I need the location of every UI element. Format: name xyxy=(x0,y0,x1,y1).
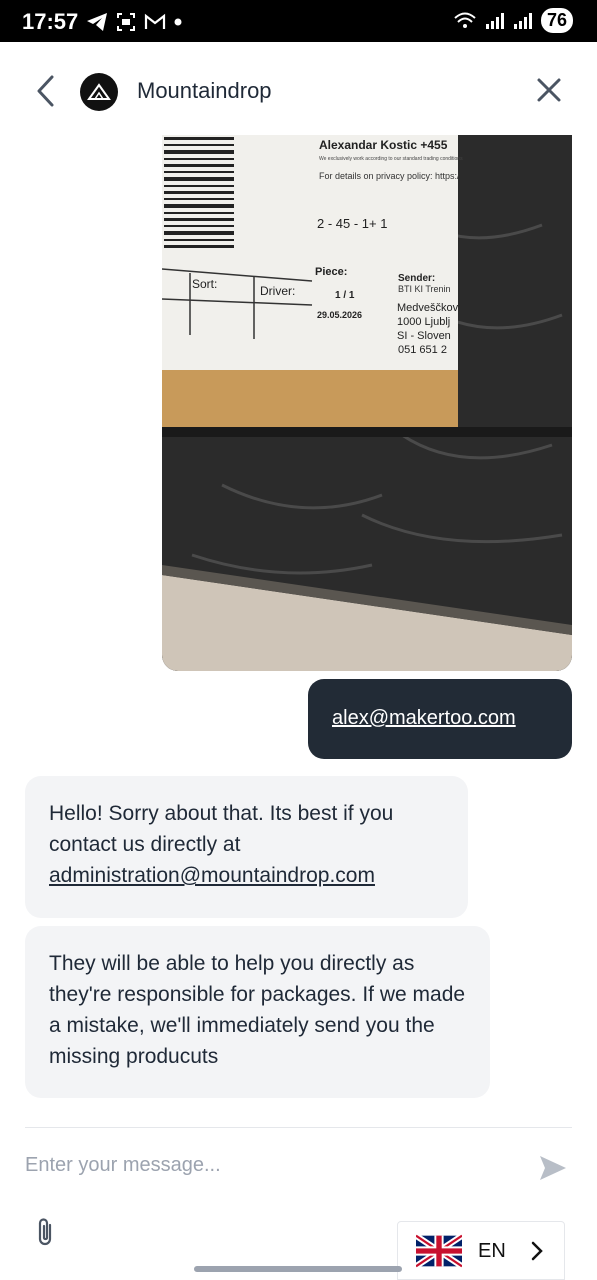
close-icon[interactable] xyxy=(535,76,563,104)
status-time: 17:57 xyxy=(22,9,79,34)
system-icons: 76 xyxy=(453,8,573,33)
battery-level: 76 xyxy=(540,8,573,33)
status-bar: 17:57 76 xyxy=(0,0,597,42)
paperclip-icon[interactable] xyxy=(36,1217,56,1247)
label-sender-line: 1000 Ljublj xyxy=(397,316,450,328)
label-sender-line: Medveščkov xyxy=(397,302,459,314)
label-name: Alexandar Kostic +455 xyxy=(319,138,448,152)
uk-flag-icon xyxy=(416,1234,462,1268)
signal-icon xyxy=(485,12,504,29)
mountain-logo-icon xyxy=(87,83,111,100)
label-sort: Sort: xyxy=(192,277,217,291)
label-driver: Driver: xyxy=(260,284,295,298)
photo-message[interactable]: Alexandar Kostic +455 We exclusively wor… xyxy=(162,135,572,671)
email-link[interactable]: alex@makertoo.com xyxy=(332,707,516,730)
avatar xyxy=(80,73,118,111)
gmail-icon xyxy=(144,13,166,29)
label-piece: Piece: xyxy=(315,266,347,278)
label-privacy: For details on privacy policy: https:/ xyxy=(319,171,460,181)
label-small-line: We exclusively work according to our sta… xyxy=(319,156,463,162)
label-sender-line: 051 651 2 xyxy=(398,344,447,356)
message-input[interactable]: Enter your message... xyxy=(25,1154,221,1177)
bot-message-bubble: Hello! Sorry about that. Its best if you… xyxy=(25,776,468,918)
screenshot-icon xyxy=(117,13,135,31)
back-arrow-icon[interactable] xyxy=(34,74,58,108)
label-code: 2 - 45 - 1+ 1 xyxy=(317,216,387,231)
composer-divider xyxy=(25,1127,572,1128)
user-message-bubble: alex@makertoo.com xyxy=(308,679,572,759)
bot-message-bubble: They will be able to help you directly a… xyxy=(25,926,490,1098)
language-selector[interactable]: EN xyxy=(397,1221,565,1280)
send-icon[interactable] xyxy=(538,1153,568,1183)
label-date: 29.05.2026 xyxy=(317,310,362,320)
label-sender-line: BTI KI Trenin xyxy=(398,284,451,294)
telegram-icon xyxy=(87,13,107,31)
dot-icon xyxy=(174,18,182,26)
chevron-right-icon xyxy=(531,1241,543,1261)
admin-email-link[interactable]: administration@mountaindrop.com xyxy=(49,864,375,887)
wifi-icon xyxy=(454,12,476,28)
bot-message-text: They will be able to help you directly a… xyxy=(49,952,466,1068)
signal-icon-2 xyxy=(513,12,532,29)
label-piece-value: 1 / 1 xyxy=(335,290,355,301)
language-code: EN xyxy=(478,1240,506,1262)
chat-header: Mountaindrop xyxy=(0,42,597,140)
notification-icons xyxy=(86,12,182,32)
bot-message-text: Hello! Sorry about that. Its best if you… xyxy=(49,802,394,856)
chat-title: Mountaindrop xyxy=(137,78,272,103)
label-sender-line: SI - Sloven xyxy=(397,330,451,342)
gesture-bar[interactable] xyxy=(194,1266,402,1272)
label-sender: Sender: xyxy=(398,273,435,284)
